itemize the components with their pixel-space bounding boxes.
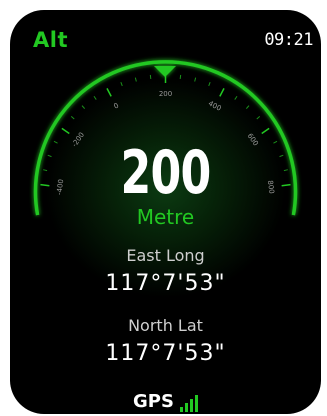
altitude-value: 200 (120, 138, 212, 208)
dial-major-tick (219, 88, 225, 97)
dial-tick-label: 0 (112, 102, 120, 111)
dial-minor-tick (194, 77, 197, 82)
dial-tick-label: 400 (207, 99, 223, 112)
gps-label: GPS (133, 391, 174, 412)
signal-bars-icon (179, 394, 198, 412)
longitude-label: East Long (126, 246, 205, 265)
dial-minor-tick (208, 81, 211, 87)
dial-major-tick (61, 127, 70, 135)
watch-screen: Alt 09:21 -400 -200 0 200 400 600 800 200 Metr… (10, 10, 321, 414)
dial-minor-tick (134, 77, 137, 82)
latitude-label: North Lat (128, 316, 203, 335)
dial-tick-label: 200 (159, 90, 172, 98)
dial-minor-tick (81, 105, 86, 109)
dial-minor-tick (234, 95, 238, 100)
latitude-value: 117°7'53" (105, 341, 226, 366)
dial-major-tick (106, 88, 112, 97)
dial-minor-tick (93, 95, 97, 100)
dial-minor-tick (256, 115, 261, 120)
gps-status: GPS (10, 391, 321, 412)
triangle-down-icon (154, 66, 176, 77)
dial-minor-tick (245, 105, 250, 109)
dial-minor-tick (120, 81, 123, 87)
dial-minor-tick (70, 115, 75, 120)
dial-major-tick (261, 127, 270, 135)
longitude-value: 117°7'53" (105, 271, 226, 296)
altitude-unit: Metre (136, 205, 195, 229)
